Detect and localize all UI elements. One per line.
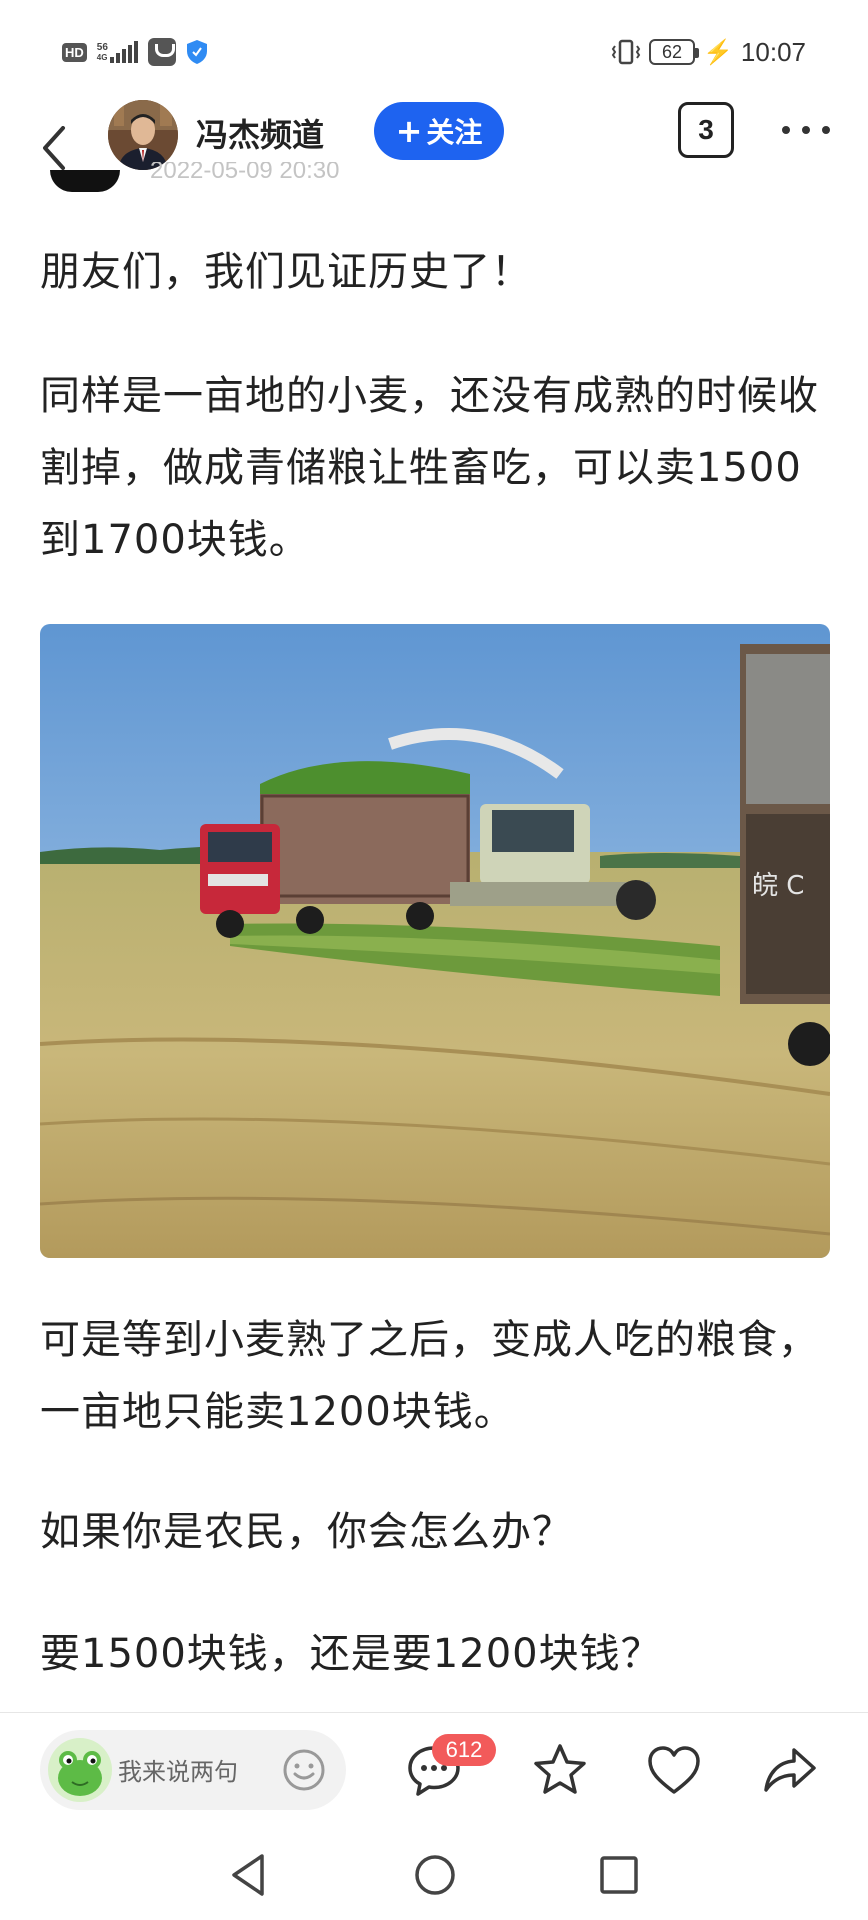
hd-icon: HD bbox=[62, 42, 87, 62]
trailer-plate-text: 皖 C bbox=[752, 871, 804, 901]
back-triangle-icon[interactable] bbox=[224, 1850, 274, 1900]
battery-icon: 62 bbox=[649, 39, 700, 65]
article-paragraph: 同样是一亩地的小麦，还没有成熟的时候收割掉，做成青储粮让牲畜吃，可以卖1500到… bbox=[40, 373, 819, 563]
article-header: 冯杰频道 + 关注 3 bbox=[0, 100, 868, 196]
notification-app-icon bbox=[147, 38, 176, 66]
plus-icon: + bbox=[395, 112, 423, 150]
recents-square-icon[interactable] bbox=[594, 1850, 644, 1900]
system-nav-bar bbox=[0, 1830, 868, 1920]
count-button[interactable]: 3 bbox=[678, 102, 734, 158]
home-circle-icon[interactable] bbox=[410, 1850, 460, 1900]
charging-icon: ⚡ bbox=[703, 38, 733, 66]
emoji-icon[interactable] bbox=[280, 1746, 328, 1794]
back-button[interactable] bbox=[34, 124, 74, 172]
dot-icon bbox=[822, 126, 830, 134]
share-icon[interactable] bbox=[760, 1740, 820, 1800]
follow-button[interactable]: + 关注 bbox=[374, 102, 504, 160]
more-options-button[interactable] bbox=[778, 112, 834, 148]
star-icon[interactable] bbox=[530, 1740, 590, 1800]
comment-count-badge: 612 bbox=[432, 1734, 496, 1766]
battery-level: 62 bbox=[662, 41, 683, 62]
publish-timestamp-partial: 2022-05-09 20:30 bbox=[150, 162, 340, 184]
status-time: 10:07 bbox=[740, 36, 806, 67]
follow-label: 关注 bbox=[426, 116, 483, 149]
network-sub: 4G bbox=[96, 53, 108, 62]
vibrate-icon bbox=[611, 39, 641, 65]
comment-placeholder: 我来说两句 bbox=[118, 1758, 238, 1786]
harvest-field-image: 皖 C bbox=[40, 624, 830, 1258]
channel-name[interactable]: 冯杰频道 bbox=[196, 110, 324, 160]
status-right: 62 ⚡ 10:07 bbox=[611, 34, 806, 70]
network-type: 56 bbox=[96, 42, 108, 53]
article-paragraph: 可是等到小麦熟了之后，变成人吃的粮食，一亩地只能卖1200块钱。 bbox=[40, 1317, 819, 1435]
chevron-left-icon bbox=[43, 126, 65, 170]
heart-icon[interactable] bbox=[644, 1740, 704, 1800]
frog-avatar-icon bbox=[48, 1738, 112, 1802]
dot-icon bbox=[802, 126, 810, 134]
channel-avatar[interactable] bbox=[108, 100, 178, 170]
signal-bars-icon bbox=[109, 41, 138, 63]
shield-icon bbox=[186, 40, 207, 64]
author-avatar-partial bbox=[50, 170, 120, 192]
article-paragraph: 如果你是农民，你会怎么办？ bbox=[40, 1509, 573, 1555]
article-paragraph: 要1500块钱，还是要1200块钱？ bbox=[40, 1631, 662, 1677]
article-photo[interactable]: 皖 C bbox=[40, 624, 830, 1258]
status-left: HD 56 4G bbox=[62, 36, 208, 68]
signal-group: 56 4G bbox=[97, 41, 138, 63]
status-bar: HD 56 4G 62 ⚡ 10:07 bbox=[0, 0, 868, 100]
bottom-divider bbox=[0, 1712, 868, 1713]
comment-input[interactable]: 我来说两句 bbox=[40, 1730, 346, 1810]
article-paragraph: 朋友们，我们见证历史了！ bbox=[40, 249, 532, 295]
dot-icon bbox=[782, 126, 790, 134]
avatar-image bbox=[108, 100, 178, 170]
